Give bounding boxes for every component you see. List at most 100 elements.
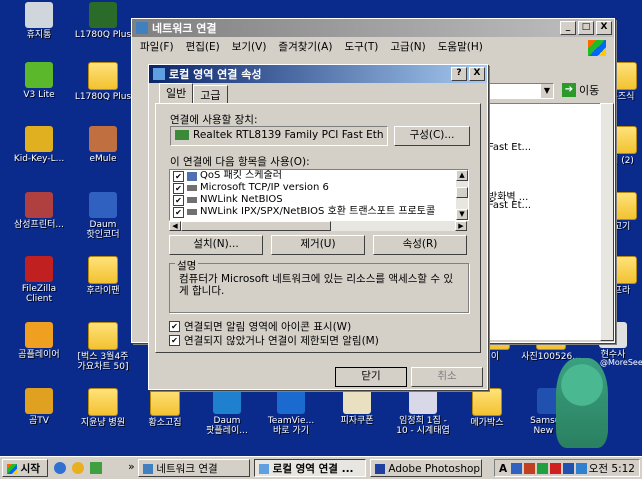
menu-file[interactable]: 파일(F) (140, 39, 174, 54)
minimize-button[interactable]: _ (560, 21, 576, 35)
window-titlebar[interactable]: 네트워크 연결 _ □ X (132, 19, 614, 37)
desktop-icon-recycle-bin[interactable]: 휴지통 (4, 2, 74, 40)
desktop-icon[interactable]: TeamVie... 바로 가기 (256, 388, 326, 436)
v3-lite-icon (25, 62, 53, 88)
anime-character-image (556, 358, 608, 448)
uninstall-button[interactable]: 제거(U) (271, 235, 365, 255)
desktop-icon[interactable]: FileZilla Client (4, 256, 74, 304)
chevron-down-icon[interactable]: ▼ (541, 84, 553, 98)
list-scrollbar[interactable]: ▲ ▼ (456, 170, 468, 220)
device-field: Realtek RTL8139 Family PCI Fast Eth (170, 126, 388, 146)
go-button[interactable]: ➔ 이동 (562, 82, 599, 98)
scroll-down-icon[interactable]: ▼ (456, 209, 468, 220)
properties-button[interactable]: 속성(R) (373, 235, 467, 255)
configure-button[interactable]: 구성(C)... (394, 126, 470, 146)
tray-icon[interactable] (524, 463, 535, 474)
desktop-icon[interactable]: Kid-Key-L... (4, 126, 74, 164)
taskbar-item-lan-properties[interactable]: 로컬 영역 연결 ... (254, 459, 366, 477)
desktop-icon[interactable]: L1780Q Plus (68, 62, 138, 102)
tray-icon[interactable] (563, 463, 574, 474)
connection-item[interactable]: Fast Et... (488, 200, 531, 211)
scroll-thumb[interactable] (456, 187, 468, 198)
windows-logo-icon (7, 464, 17, 474)
clock[interactable]: 오전 5:12 (589, 460, 635, 478)
desktop-icon[interactable]: L1780Q Plus (68, 2, 138, 40)
components-list[interactable]: ✔ QoS 패킷 스케줄러 ✔ Microsoft TCP/IP version… (169, 169, 469, 221)
desktop-icon[interactable]: 피자쿠폰 (322, 388, 392, 426)
lan-properties-dialog[interactable]: 로컬 영역 연결 속성 ? X 일반 고급 연결에 사용할 장치: Realte… (148, 64, 488, 390)
list-item[interactable]: ✔ NWLink IPX/SPX/NetBIOS 호환 트랜스포트 프로토콜 (170, 206, 468, 218)
desktop-icon[interactable]: 지윤냥 병원 (68, 388, 138, 428)
menu-help[interactable]: 도움말(H) (438, 39, 483, 54)
recycle-bin-icon (25, 2, 53, 28)
taskbar: 시작 » 네트워크 연결 로컬 영역 연결 ... Adobe Photosho… (0, 456, 642, 479)
maximize-button[interactable]: □ (578, 21, 594, 35)
list-item[interactable]: ✔ NWLink NetBIOS (170, 194, 468, 206)
desktop-icon[interactable]: 메가박스 (452, 388, 522, 428)
scroll-thumb[interactable] (181, 221, 331, 231)
menu-view[interactable]: 보기(V) (232, 39, 267, 54)
ime-indicator[interactable]: A (499, 460, 507, 478)
ie-icon[interactable] (54, 462, 66, 474)
start-button[interactable]: 시작 (2, 459, 48, 477)
taskbar-item-photoshop[interactable]: Adobe Photoshop... (370, 459, 482, 477)
menu-favorites[interactable]: 즐겨찾기(A) (278, 39, 332, 54)
window-title: 네트워크 연결 (152, 22, 217, 35)
scroll-up-icon[interactable]: ▲ (456, 170, 468, 181)
item-checkbox[interactable]: ✔ (173, 170, 184, 182)
desktop-icon[interactable]: eMule (68, 126, 138, 164)
messenger-icon[interactable] (72, 462, 84, 474)
device-name: Realtek RTL8139 Family PCI Fast Eth (193, 129, 384, 141)
notify-option[interactable]: ✔ 연결되지 않았거나 연결이 제한되면 알림(M) (169, 333, 379, 348)
desktop-icon[interactable]: V3 Lite (4, 62, 74, 100)
desktop-icon[interactable]: 삼성프린터... (4, 192, 74, 230)
desktop-icon[interactable]: 곰플레이어 (4, 322, 74, 360)
quicklaunch-chevron[interactable]: » (128, 460, 135, 473)
tray-icon[interactable] (550, 463, 561, 474)
tab-advanced[interactable]: 고급 (193, 85, 228, 104)
monitor-driver-icon (89, 2, 117, 28)
desktop-icon[interactable]: 임정희 1집 - 10 - 시계태엽 (388, 388, 458, 436)
network-icon (259, 464, 269, 474)
install-button[interactable]: 설치(N)... (169, 235, 263, 255)
desktop-icon[interactable]: 곰TV (4, 388, 74, 426)
desktop-icon[interactable]: 황소고집 (130, 388, 200, 428)
desktop-icon[interactable]: Daum 핫인코더 (68, 192, 138, 240)
connection-item[interactable]: Fast Et... (488, 142, 531, 153)
tray-icon[interactable] (576, 463, 587, 474)
close-dialog-button[interactable]: 닫기 (335, 367, 407, 387)
scroll-right-icon[interactable]: ▶ (455, 221, 467, 231)
scrollbar[interactable] (600, 103, 614, 341)
menu-edit[interactable]: 편집(E) (186, 39, 220, 54)
show-icon-checkbox[interactable]: ✔ (169, 321, 180, 332)
desktop-icon[interactable]: [벅스 3월4주 가요차트 50] (68, 322, 138, 372)
item-checkbox[interactable]: ✔ (173, 194, 184, 206)
desktop-icon[interactable]: 후라이팬 (68, 256, 138, 296)
help-button[interactable]: ? (451, 67, 467, 81)
dialog-titlebar[interactable]: 로컬 영역 연결 속성 ? X (149, 65, 487, 83)
folder-icon (88, 388, 118, 416)
notify-checkbox[interactable]: ✔ (169, 335, 180, 346)
horizontal-scrollbar[interactable]: ◀ ▶ (169, 221, 467, 231)
scroll-left-icon[interactable]: ◀ (169, 221, 181, 231)
close-button[interactable]: X (596, 21, 612, 35)
show-desktop-icon[interactable] (90, 462, 102, 474)
item-checkbox[interactable]: ✔ (173, 182, 184, 194)
qos-icon (187, 171, 197, 181)
list-item[interactable]: ✔ Microsoft TCP/IP version 6 (170, 182, 468, 194)
item-checkbox[interactable]: ✔ (173, 206, 184, 218)
show-icon-option[interactable]: ✔ 연결되면 알림 영역에 아이콘 표시(W) (169, 319, 351, 334)
menu-advanced[interactable]: 고급(N) (390, 39, 425, 54)
cancel-button[interactable]: 취소 (411, 367, 483, 387)
desktop-icon[interactable]: Daum 팟플레이... (192, 388, 262, 436)
tray-icon[interactable] (511, 463, 522, 474)
menu-tools[interactable]: 도구(T) (344, 39, 378, 54)
close-button[interactable]: X (469, 67, 485, 81)
list-item[interactable]: ✔ QoS 패킷 스케줄러 (170, 170, 468, 182)
dialog-title: 로컬 영역 연결 속성 (169, 68, 262, 81)
taskbar-item-network[interactable]: 네트워크 연결 (138, 459, 250, 477)
connect-using-label: 연결에 사용할 장치: (170, 114, 258, 126)
tab-strip: 일반 고급 (159, 83, 228, 104)
tab-general[interactable]: 일반 (159, 83, 194, 104)
tray-icon[interactable] (537, 463, 548, 474)
